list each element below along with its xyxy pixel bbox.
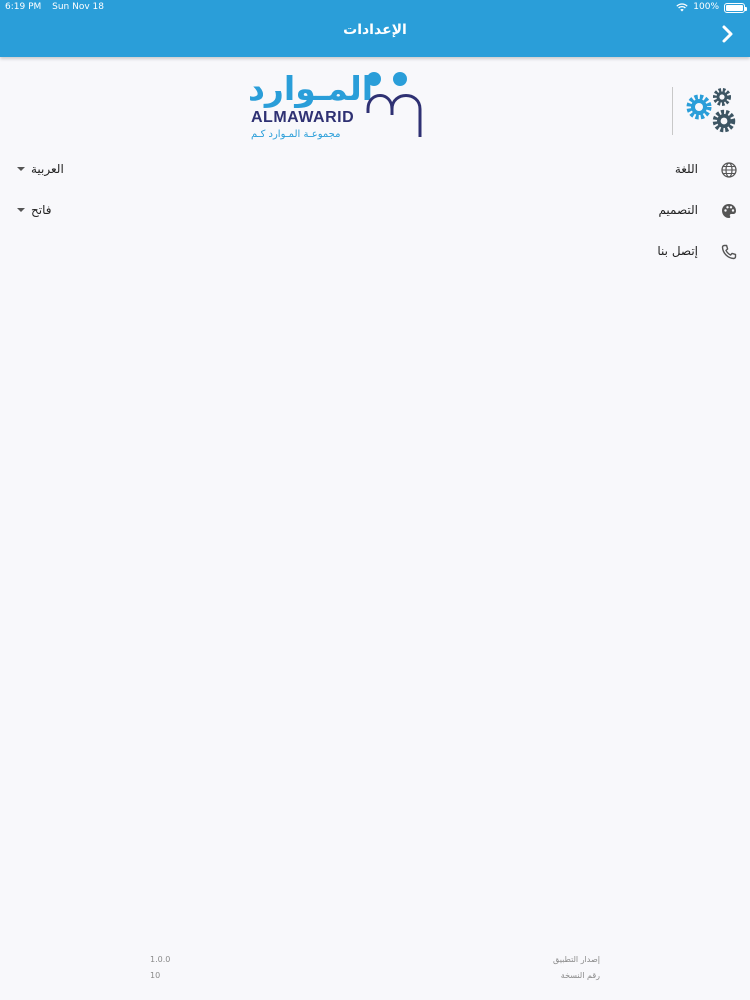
status-date: Sun Nov 18 [52, 2, 105, 12]
chevron-right-icon[interactable] [720, 24, 736, 44]
caret-down-icon [17, 167, 25, 171]
setting-label-theme: التصميم [658, 203, 698, 217]
logo-people-icon [366, 72, 422, 137]
build-number-value: 10 [150, 971, 161, 980]
build-number-label: رقم النسخة [560, 971, 600, 980]
app-version-value: 1.0.0 [150, 955, 171, 964]
status-bar: 6:19 PM Sun Nov 18 100% [0, 0, 750, 15]
theme-value: فاتح [31, 203, 52, 217]
theme-dropdown[interactable]: فاتح [17, 203, 51, 217]
logo-english-name: ALMAWARID [251, 109, 355, 126]
gears-icon [686, 88, 736, 133]
battery-icon [724, 2, 747, 13]
globe-icon [721, 162, 737, 178]
phone-icon [721, 244, 737, 260]
battery-percent: 100% [693, 2, 719, 12]
app-bar: 6:19 PM Sun Nov 18 100% الإعدادات [0, 0, 750, 57]
language-value: العربية [31, 162, 64, 176]
logo-arabic-name: المـوارد [248, 69, 374, 108]
palette-icon [722, 204, 736, 218]
setting-row-language[interactable]: اللغة العربية [0, 151, 750, 191]
settings-gears [672, 87, 750, 135]
setting-row-contact[interactable]: إتصل بنا [0, 233, 750, 273]
language-dropdown[interactable]: العربية [17, 162, 64, 176]
logo-tagline: مجموعـة المـوارد كـم [251, 129, 341, 140]
caret-down-icon [17, 208, 25, 212]
setting-row-theme[interactable]: التصميم فاتح [0, 192, 750, 232]
settings-header: المـوارد ALMAWARID مجموعـة المـوارد كـم [0, 57, 750, 152]
setting-label-contact: إتصل بنا [657, 244, 698, 258]
setting-label-language: اللغة [674, 162, 698, 176]
wifi-icon [676, 3, 688, 12]
status-time: 6:19 PM [5, 2, 42, 12]
page-title: الإعدادات [343, 22, 407, 38]
almawarid-logo: المـوارد ALMAWARID مجموعـة المـوارد كـم [248, 69, 428, 149]
app-version-label: إصدار التطبيق [553, 955, 600, 964]
